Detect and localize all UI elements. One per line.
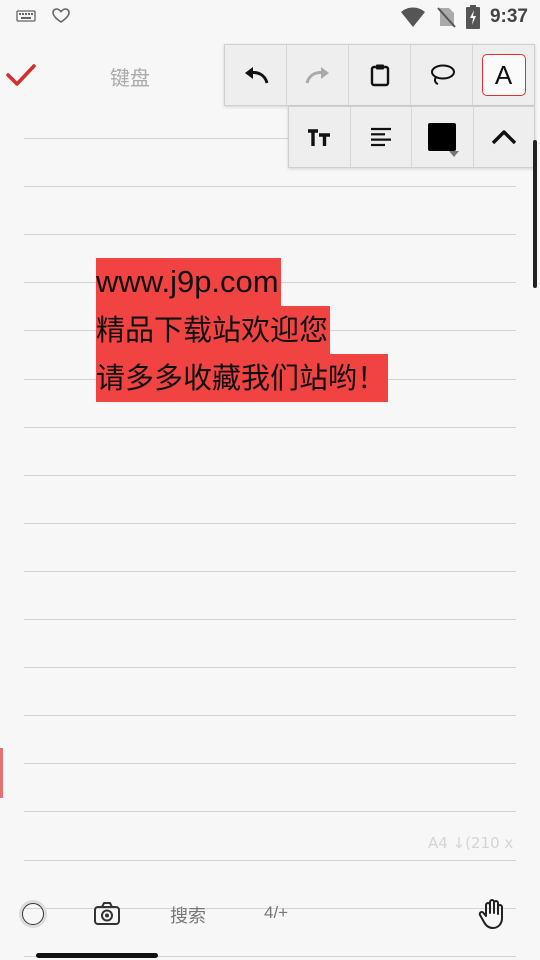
gesture-nav-handle[interactable] (36, 953, 158, 958)
text-mode-label: A (494, 59, 513, 90)
note-line: 精品下载站欢迎您 (96, 306, 331, 354)
heart-icon (52, 8, 70, 23)
keyboard-icon (16, 10, 36, 22)
note-line: www.j9p.com (96, 258, 281, 306)
ruled-line (24, 811, 516, 812)
clipboard-button[interactable] (349, 45, 411, 105)
ruled-line (24, 475, 516, 476)
color-picker-button[interactable] (412, 107, 474, 167)
text-size-button[interactable] (289, 107, 351, 167)
pen-circle-icon[interactable] (22, 903, 44, 925)
status-bar: 9:37 (0, 0, 540, 36)
camera-icon (94, 902, 120, 925)
status-time: 9:37 (489, 6, 528, 27)
redo-icon (305, 67, 329, 84)
redo-button[interactable] (287, 45, 349, 105)
keyboard-mode-label[interactable]: 键盘 (110, 62, 150, 91)
lasso-button[interactable] (411, 45, 473, 105)
ruled-line (24, 860, 516, 861)
align-button[interactable] (351, 107, 412, 167)
chevron-up-icon (491, 130, 516, 145)
wifi-icon (400, 7, 425, 27)
note-text-block[interactable]: www.j9p.com 精品下载站欢迎您 请多多收藏我们站哟！ (96, 258, 389, 402)
ruled-line (24, 619, 516, 620)
camera-button[interactable] (93, 901, 121, 927)
dropdown-triangle-icon (448, 151, 459, 157)
text-mode-button[interactable]: A (473, 45, 534, 105)
battery-charging-icon (465, 5, 480, 29)
text-format-toolbar (288, 106, 535, 168)
text-size-icon (308, 129, 331, 146)
ruled-line (24, 523, 516, 524)
ruled-line (24, 763, 516, 764)
collapse-toolbar-button[interactable] (474, 107, 535, 167)
editing-toolbar: A (224, 44, 535, 106)
page-edge-marker (0, 748, 3, 798)
hand-icon (478, 899, 503, 929)
check-icon (6, 64, 36, 86)
scrollbar-thumb[interactable] (533, 140, 537, 288)
page-count[interactable]: 4/+ (264, 903, 288, 923)
ruled-line (24, 715, 516, 716)
color-picker-icon (428, 123, 457, 151)
ruled-line (24, 667, 516, 668)
ruled-line (24, 234, 516, 235)
search-button[interactable]: 搜索 (170, 902, 206, 928)
undo-button[interactable] (225, 45, 287, 105)
hand-tool-button[interactable] (478, 898, 508, 930)
note-line: 请多多收藏我们站哟！ (96, 354, 389, 402)
confirm-button[interactable] (4, 58, 38, 92)
ruled-line (24, 427, 516, 428)
clipboard-icon (370, 64, 389, 87)
text-mode-icon: A (481, 54, 526, 96)
undo-icon (244, 67, 268, 84)
ruled-line (24, 571, 516, 572)
lasso-icon (430, 64, 455, 85)
ruled-line (24, 186, 516, 187)
no-sim-icon (437, 7, 456, 28)
align-left-icon (370, 127, 391, 147)
page-size-info: A4 ↓(210 x (428, 834, 514, 852)
